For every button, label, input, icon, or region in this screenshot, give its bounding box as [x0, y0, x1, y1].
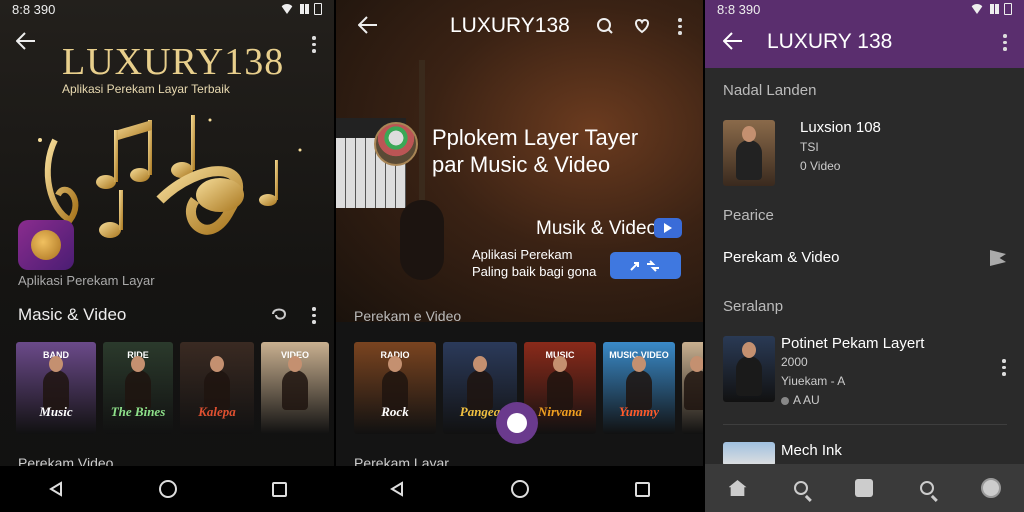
section-menu-icon[interactable] — [312, 307, 316, 324]
android-nav-bar — [0, 466, 334, 512]
back-arrow-icon[interactable] — [722, 32, 743, 54]
hero-description: Aplikasi Perekam Paling baik bagi gona — [472, 247, 597, 279]
item-thumbnail[interactable] — [723, 336, 775, 402]
signal-icon — [989, 2, 999, 17]
app-icon[interactable] — [18, 220, 74, 270]
status-time: 8:8 390 — [12, 1, 56, 17]
share-button[interactable] — [610, 252, 681, 279]
channel-avatar[interactable] — [374, 122, 418, 166]
library-icon[interactable] — [854, 479, 873, 497]
status-time: 8:8 390 — [717, 1, 761, 17]
music-video-label: Musik & Video — [536, 218, 658, 239]
nav-back-icon[interactable] — [48, 481, 64, 497]
item-title[interactable]: Mech Ink — [781, 442, 842, 459]
panel-library: 8:8 390 LUXURY 138 Nadal Landen Luxsion … — [705, 0, 1024, 512]
section-title-music-video: Masic & Video — [18, 305, 127, 324]
search-icon[interactable] — [793, 481, 808, 495]
screenshot-collage: 8:8 390 LUXURY138 Aplikasi Perekam Layar… — [0, 0, 1024, 512]
status-bar: 8:8 390 — [705, 0, 1024, 18]
search-icon[interactable] — [596, 17, 614, 40]
flag-icon[interactable] — [990, 250, 1006, 266]
battery-icon — [314, 3, 322, 15]
nav-back-icon[interactable] — [389, 481, 405, 497]
item-meta: 0 Video — [800, 159, 841, 173]
overflow-menu-icon[interactable] — [1003, 34, 1007, 51]
brand-title: LUXURY138 — [62, 41, 285, 83]
back-arrow-icon[interactable] — [15, 32, 36, 54]
item-thumbnail[interactable] — [723, 442, 775, 466]
video-thumbnail[interactable]: VIDEO — [261, 342, 329, 434]
guitar-illustration — [400, 60, 444, 300]
status-icons — [970, 2, 1012, 17]
thumbnail-row: BAND Music RIDE The Bines Kalepa VIDEO — [16, 342, 329, 434]
app-name-label: Aplikasi Perekam Layar — [18, 273, 155, 288]
wifi-icon — [280, 4, 294, 14]
section-label: Nadal Landen — [723, 82, 817, 99]
bottom-nav — [705, 464, 1024, 512]
status-icons — [280, 2, 322, 17]
globe-icon[interactable] — [980, 478, 1001, 498]
item-title[interactable]: Luxsion 108 — [800, 119, 881, 136]
hero-title: Pplokem Layer Tayer par Music & Video — [432, 125, 639, 177]
video-thumbnail[interactable]: Kalepa — [180, 342, 254, 434]
wifi-icon — [970, 4, 984, 14]
overflow-menu-icon[interactable] — [678, 18, 682, 35]
home-icon[interactable] — [728, 480, 747, 496]
status-bar: 8:8 390 — [0, 0, 334, 18]
item-subtitle: TSI — [800, 140, 819, 154]
nav-recents-icon[interactable] — [635, 481, 650, 497]
android-nav-bar — [336, 466, 703, 512]
overflow-menu-icon[interactable] — [312, 36, 316, 53]
signal-icon — [299, 2, 309, 17]
list-row-label[interactable]: Perekam & Video — [723, 249, 839, 266]
item-title[interactable]: Potinet Pekam Layert — [781, 335, 924, 352]
favorite-search-icon[interactable] — [632, 17, 652, 40]
loop-icon[interactable] — [270, 306, 288, 327]
page-title: LUXURY138 — [450, 14, 570, 37]
item-meta: Yiuekam - A — [781, 374, 846, 388]
play-badge-icon[interactable] — [654, 218, 682, 238]
item-menu-icon[interactable] — [1002, 359, 1006, 376]
status-dot-icon — [781, 396, 789, 405]
nav-recents-icon[interactable] — [271, 481, 287, 497]
nav-home-icon[interactable] — [158, 480, 177, 498]
page-title: LUXURY 138 — [767, 30, 893, 53]
back-arrow-icon[interactable] — [357, 16, 378, 38]
panel-detail: LUXURY138 Pplokem Layer Tayer par Music … — [336, 0, 703, 512]
video-thumbnail[interactable]: RADIO Rock — [354, 342, 436, 434]
explore-icon[interactable] — [919, 481, 934, 495]
record-fab-button[interactable] — [496, 402, 538, 444]
brand-subtitle: Aplikasi Perekam Layar Terbaik — [62, 82, 230, 96]
item-subtitle: 2000 — [781, 355, 808, 369]
panel-app-home: 8:8 390 LUXURY138 Aplikasi Perekam Layar… — [0, 0, 334, 512]
nav-home-icon[interactable] — [511, 480, 529, 498]
item-meta-small: A AU — [781, 393, 820, 407]
video-thumbnail[interactable]: BAND Music — [16, 342, 96, 434]
video-thumbnail[interactable] — [682, 342, 703, 434]
section-label: Seralanp — [723, 298, 784, 315]
video-thumbnail[interactable]: RIDE The Bines — [103, 342, 173, 434]
battery-icon — [1004, 3, 1012, 15]
divider — [723, 424, 1007, 425]
item-thumbnail[interactable] — [723, 120, 775, 186]
section-title: Perekam e Video — [354, 308, 462, 324]
video-thumbnail[interactable]: MUSIC VIDEO Yummy — [603, 342, 675, 434]
section-label: Pearice — [723, 207, 774, 224]
